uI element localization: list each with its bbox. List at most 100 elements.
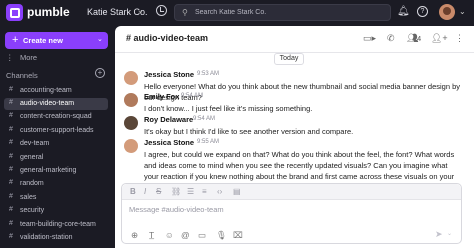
- hash-icon: #: [9, 193, 13, 200]
- sidebar-item-general-marketing[interactable]: # general-marketing: [4, 165, 108, 177]
- date-divider[interactable]: Today: [274, 53, 304, 65]
- create-new-label: Create new: [23, 36, 64, 45]
- avatar[interactable]: [124, 139, 138, 153]
- mention-icon[interactable]: @: [181, 230, 190, 240]
- search-bar[interactable]: ⚲: [174, 4, 391, 21]
- message-time: 9:53 AM: [197, 71, 220, 77]
- sidebar-item-accounting-team[interactable]: # accounting-team: [4, 85, 108, 97]
- sidebar-item-dev-team[interactable]: # dev-team: [4, 138, 108, 150]
- formatting-toolbar: B I S ⛓︎ ☰ ≡ ‹› ▤: [122, 184, 461, 200]
- help-icon[interactable]: ?: [417, 6, 428, 17]
- message-author[interactable]: Roy Delaware: [144, 115, 193, 124]
- chevron-down-icon[interactable]: ⌄: [447, 230, 452, 237]
- create-new-button[interactable]: + Create new ⌄: [5, 32, 108, 49]
- sidebar-item-team-building-core-team[interactable]: # team-building-core-team: [4, 219, 108, 231]
- message-text: I don't know... I just feel like it's mi…: [144, 104, 313, 113]
- search-icon: ⚲: [182, 8, 188, 17]
- history-icon[interactable]: [156, 5, 167, 16]
- bulleted-list-icon[interactable]: ☰: [187, 187, 194, 197]
- user-avatar[interactable]: [439, 4, 455, 20]
- message-author[interactable]: Jessica Stone: [144, 138, 194, 147]
- channel-view: # audio-video-team ⌄ ▭▸ ✆ 👥︎ 4 👤︎+ ⋮ Tod…: [115, 26, 474, 248]
- channel-name: customer-support-leads: [20, 126, 94, 134]
- avatar[interactable]: [124, 93, 138, 107]
- message-author[interactable]: Emily Fox: [144, 92, 179, 101]
- channel-title[interactable]: # audio-video-team: [126, 33, 208, 43]
- hash-icon: #: [9, 86, 13, 93]
- avatar[interactable]: [124, 116, 138, 130]
- chevron-down-icon[interactable]: ⌄: [137, 6, 144, 15]
- code-block-icon[interactable]: ▤: [233, 187, 241, 197]
- message-time: 9:55 AM: [197, 139, 220, 145]
- avatar[interactable]: [124, 71, 138, 85]
- top-bar: pumble Katie Stark Co. ⌄ ⚲ 🔔︎ ? ⌄: [0, 0, 474, 26]
- sidebar-item-security[interactable]: # security: [4, 205, 108, 217]
- hash-icon: #: [9, 139, 13, 146]
- channel-name: sales: [20, 193, 37, 201]
- channel-name: validation-station: [20, 233, 73, 241]
- hash-icon: #: [9, 126, 13, 133]
- message-input[interactable]: [129, 205, 449, 219]
- hash-icon: #: [9, 153, 13, 160]
- channel-name: general-marketing: [20, 166, 77, 174]
- add-channel-icon[interactable]: +: [95, 68, 105, 78]
- send-icon[interactable]: ➤: [435, 229, 443, 240]
- message-time: 9:54 AM: [193, 116, 216, 122]
- hash-icon: #: [9, 99, 13, 106]
- sidebar-item-customer-support-leads[interactable]: # customer-support-leads: [4, 125, 108, 137]
- hash-icon: #: [9, 166, 13, 173]
- sidebar-item-sales[interactable]: # sales: [4, 192, 108, 204]
- sidebar-item-validation-station[interactable]: # validation-station: [4, 232, 108, 244]
- message-composer: B I S ⛓︎ ☰ ≡ ‹› ▤ ⊕ T̲ ☺ @ ▭ 🎙︎ ⌧ ➤ ⌄: [121, 183, 462, 244]
- search-input[interactable]: [195, 6, 385, 19]
- video-clip-icon[interactable]: ▭: [198, 230, 206, 240]
- channel-name: dev-team: [20, 139, 50, 147]
- message-time: 9:54 AM: [181, 93, 204, 99]
- hash-icon: #: [9, 206, 13, 213]
- numbered-list-icon[interactable]: ≡: [202, 187, 207, 197]
- emoji-icon[interactable]: ☺: [165, 230, 174, 240]
- channel-name: audio-video-team: [20, 99, 75, 107]
- app-name: pumble: [27, 5, 70, 19]
- strikethrough-icon[interactable]: S: [156, 187, 161, 197]
- sidebar-item-random[interactable]: # random: [4, 178, 108, 190]
- italic-icon[interactable]: I: [144, 187, 146, 197]
- channel-name: random: [20, 179, 44, 187]
- hash-icon: #: [9, 179, 13, 186]
- sidebar-item-general[interactable]: # general: [4, 152, 108, 164]
- sidebar-item-content-creation-squad[interactable]: # content-creation-squad: [4, 111, 108, 123]
- slash-command-icon[interactable]: ⌧: [233, 230, 243, 240]
- microphone-icon[interactable]: 🎙︎: [216, 230, 227, 240]
- channel-name: accounting-team: [20, 86, 72, 94]
- channels-header[interactable]: Channels: [6, 71, 38, 80]
- sidebar: + Create new ⌄ ⋮ More Channels + # accoun…: [0, 26, 115, 248]
- add-attachment-icon[interactable]: ⊕: [131, 230, 138, 240]
- link-icon[interactable]: ⛓︎: [171, 187, 181, 197]
- hash-icon: #: [9, 112, 13, 119]
- more-icon[interactable]: ⋮: [6, 53, 14, 62]
- code-icon[interactable]: ‹›: [217, 187, 222, 197]
- sidebar-more[interactable]: More: [20, 53, 37, 62]
- bold-icon[interactable]: B: [130, 187, 136, 197]
- channel-name: security: [20, 206, 45, 214]
- bell-icon[interactable]: 🔔︎: [397, 6, 410, 18]
- hash-icon: #: [9, 220, 13, 227]
- channel-name: content-creation-squad: [20, 112, 92, 120]
- sidebar-item-audio-video-team[interactable]: # audio-video-team: [4, 98, 108, 110]
- plus-icon: +: [12, 34, 19, 46]
- pumble-logo-icon: [6, 4, 23, 21]
- chevron-down-icon[interactable]: ⌄: [459, 7, 466, 16]
- channel-name: general: [20, 153, 44, 161]
- text-format-icon[interactable]: T̲: [149, 230, 154, 240]
- hash-icon: #: [9, 233, 13, 240]
- chevron-down-icon: ⌄: [97, 36, 103, 43]
- phone-icon[interactable]: ✆: [387, 33, 395, 44]
- add-member-icon[interactable]: 👤︎+: [431, 33, 448, 44]
- message-text: It's okay but I think I'd like to see an…: [144, 127, 354, 136]
- chevron-down-icon[interactable]: ⌄: [200, 34, 206, 42]
- message-author[interactable]: Jessica Stone: [144, 70, 194, 79]
- member-count[interactable]: 4: [417, 34, 421, 43]
- video-call-icon[interactable]: ▭▸: [363, 33, 376, 44]
- more-options-icon[interactable]: ⋮: [455, 33, 464, 44]
- channel-name: team-building-core-team: [20, 220, 96, 228]
